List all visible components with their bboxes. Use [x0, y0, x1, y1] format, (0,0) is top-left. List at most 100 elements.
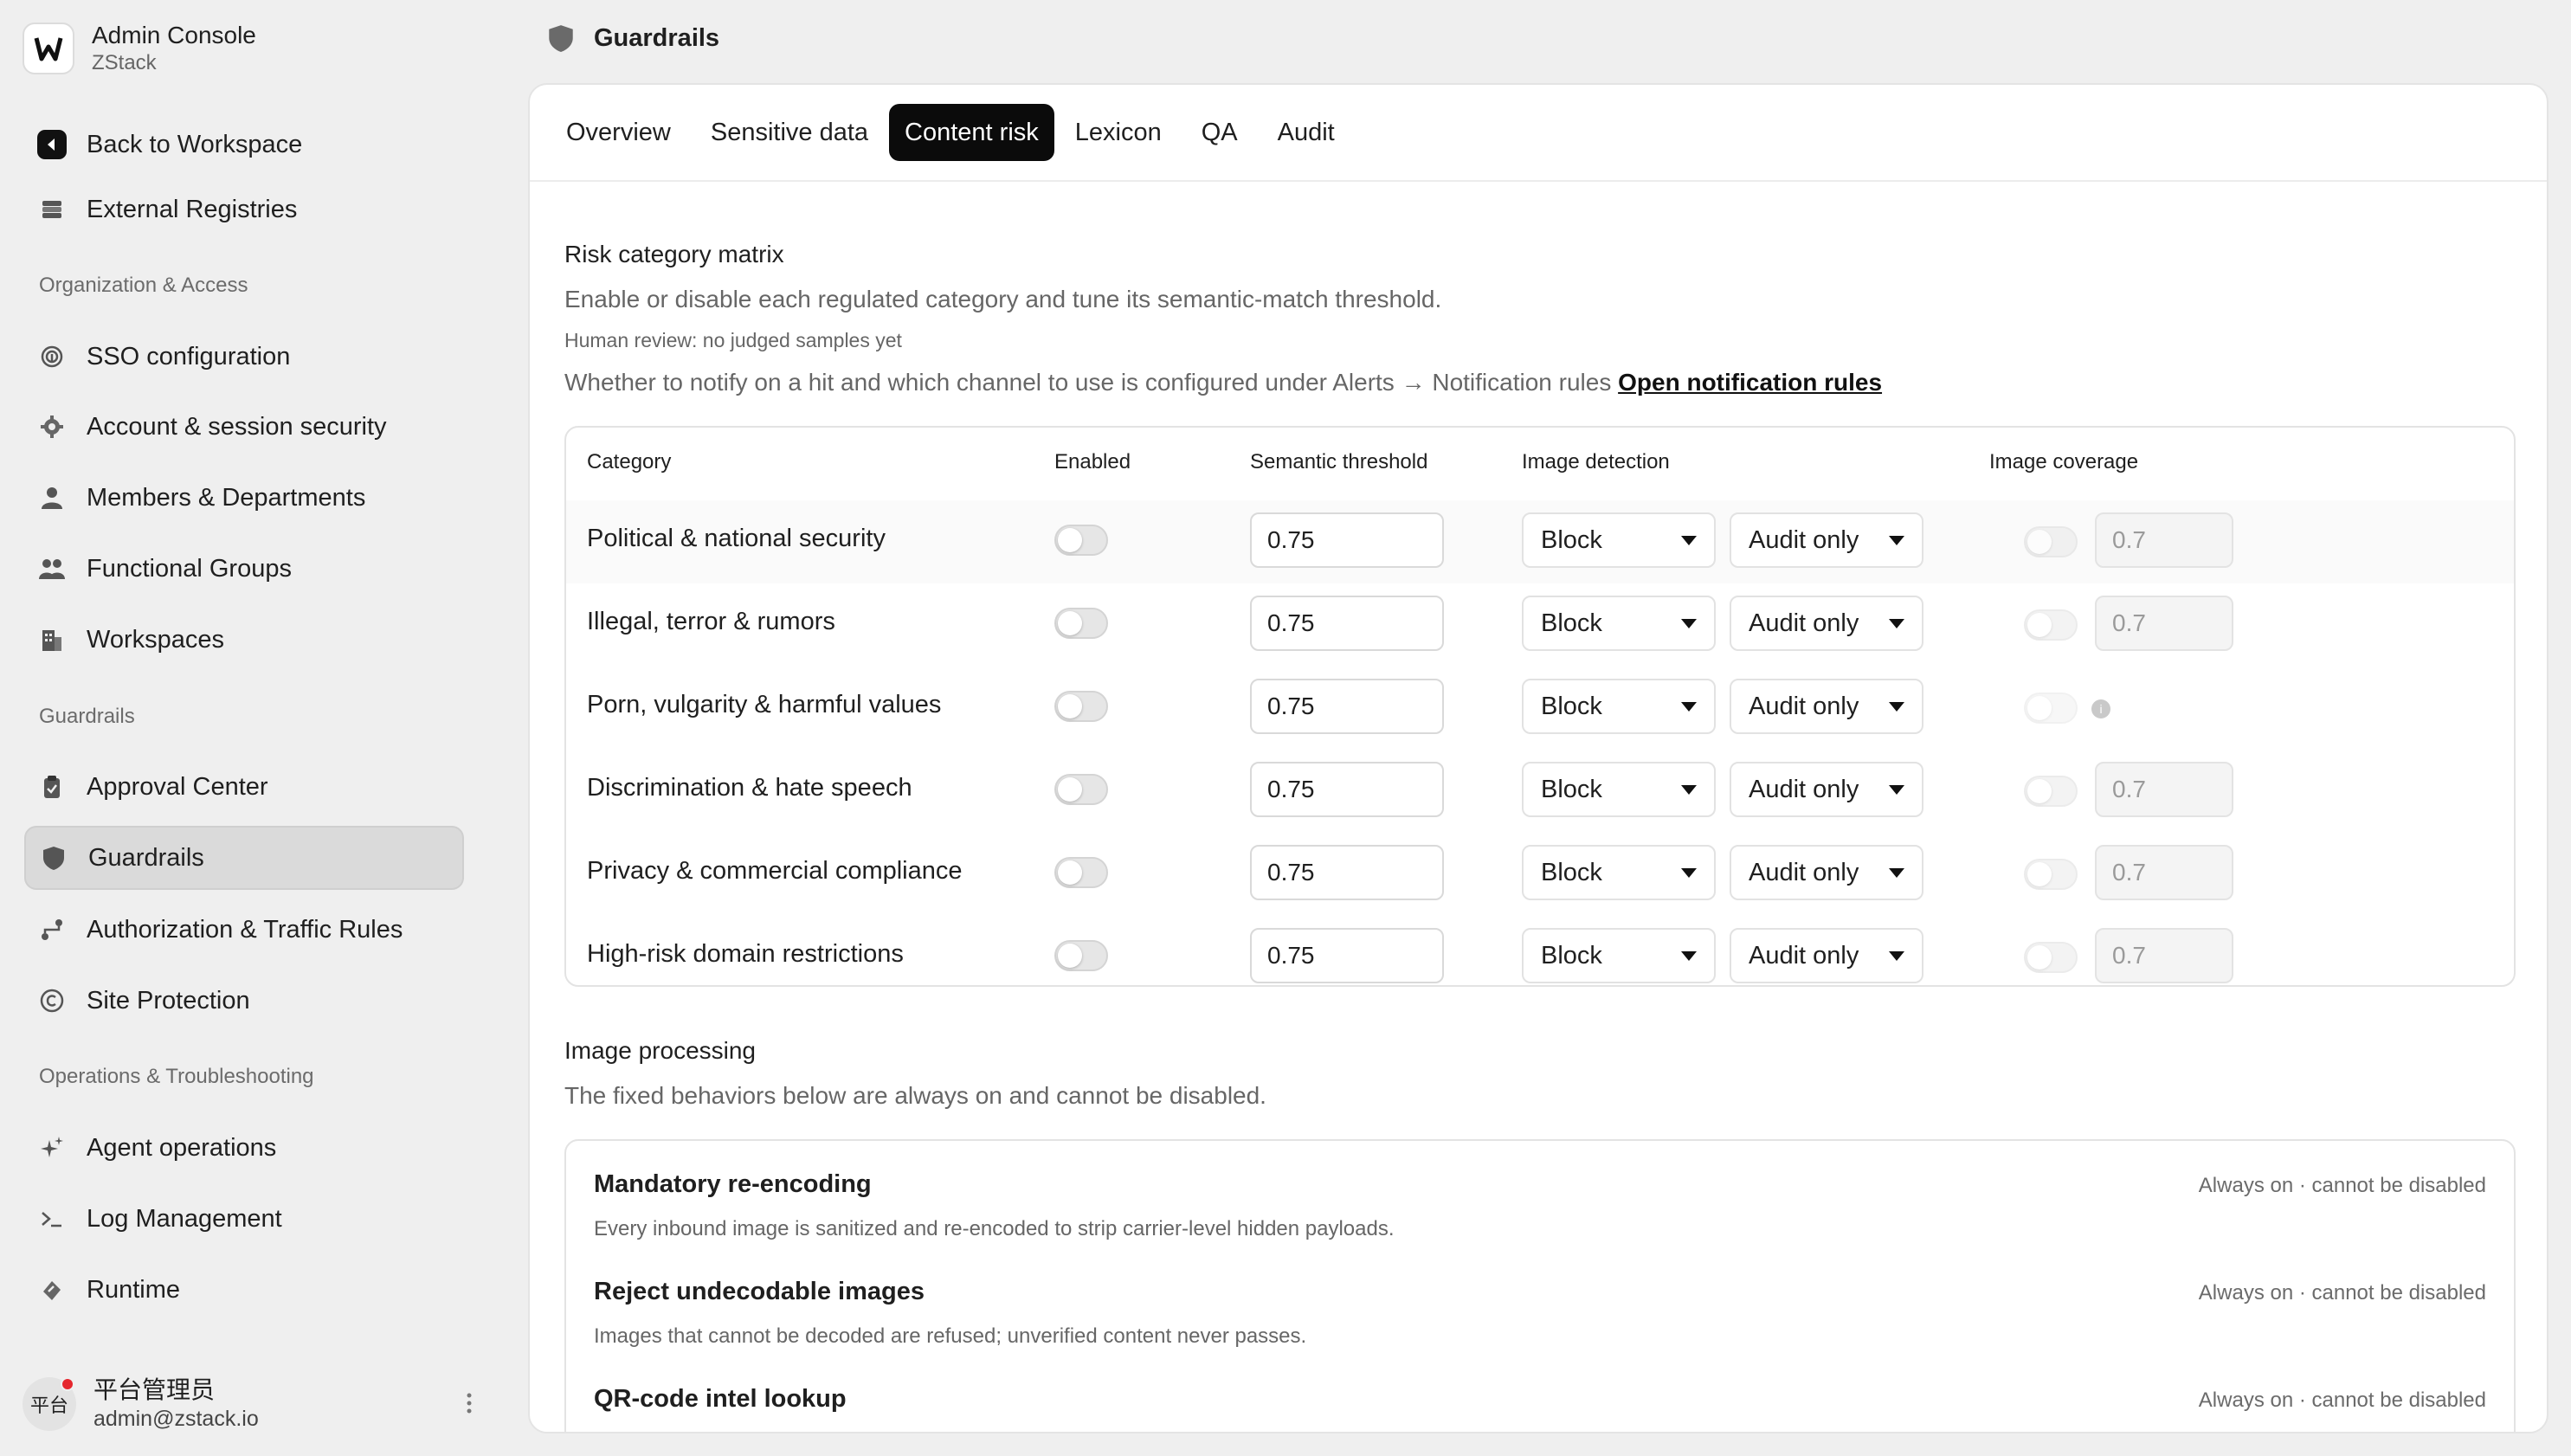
sidebar-item-runtime[interactable]: Runtime	[24, 1258, 464, 1322]
copyright-icon	[36, 985, 68, 1016]
coverage-toggle[interactable]	[2024, 609, 2078, 641]
select-value: Audit only	[1749, 776, 1859, 803]
action-select[interactable]: Block	[1522, 596, 1716, 651]
sidebar-item-agent-operations[interactable]: Agent operations	[24, 1116, 464, 1180]
threshold-input[interactable]: 0.75	[1250, 596, 1444, 651]
image-action-select[interactable]: Audit only	[1730, 928, 1923, 983]
sidebar-item-label: Workspaces	[87, 625, 225, 654]
page-header: Guardrails	[547, 19, 719, 57]
sidebar-item-sso-configuration[interactable]: SSO configuration	[24, 325, 464, 389]
caret-down-icon	[1681, 785, 1697, 795]
section-title: Image processing	[564, 1037, 757, 1064]
sidebar-item-label: Authorization & Traffic Rules	[87, 915, 403, 944]
image-action-select[interactable]: Audit only	[1730, 762, 1923, 817]
table-row: High-risk domain restrictions 0.75 Block…	[566, 916, 2514, 985]
status-text: Always on · cannot be disabled	[2198, 1174, 2486, 1197]
threshold-input[interactable]: 0.75	[1250, 679, 1444, 734]
select-value: Block	[1541, 942, 1602, 970]
select-value: Block	[1541, 776, 1602, 803]
open-notification-rules-link[interactable]: Open notification rules	[1618, 369, 1882, 396]
sidebar-item-back-to-workspace[interactable]: Back to Workspace	[24, 113, 464, 177]
list-item-title: Mandatory re-encoding	[594, 1170, 872, 1198]
sidebar-item-external-registries[interactable]: External Registries	[24, 177, 464, 242]
sidebar-item-label: Account & session security	[87, 412, 387, 441]
sidebar-item-account-session-security[interactable]: Account & session security	[24, 395, 464, 459]
more-vertical-icon[interactable]	[466, 1392, 473, 1421]
coverage-input[interactable]: 0.7	[2095, 512, 2233, 568]
sidebar-item-functional-groups[interactable]: Functional Groups	[24, 537, 464, 601]
coverage-input[interactable]: 0.7	[2095, 928, 2233, 983]
sidebar-item-log-management[interactable]: Log Management	[24, 1187, 464, 1251]
tab-audit[interactable]: Audit	[1259, 104, 1354, 161]
avatar[interactable]: 平台	[23, 1377, 76, 1431]
sidebar-section-title: Operations & Troubleshooting	[39, 1065, 314, 1088]
action-select[interactable]: Block	[1522, 762, 1716, 817]
select-value: Audit only	[1749, 859, 1859, 886]
route-icon	[36, 914, 68, 945]
image-action-select[interactable]: Audit only	[1730, 845, 1923, 900]
caret-down-icon	[1889, 619, 1904, 628]
user-profile[interactable]: 平台 平台管理员 admin@zstack.io	[23, 1371, 473, 1437]
clipboard-icon	[36, 771, 68, 802]
table-row: Illegal, terror & rumors 0.75 Block Audi…	[566, 583, 2514, 667]
enabled-toggle[interactable]	[1054, 691, 1108, 722]
action-select[interactable]: Block	[1522, 679, 1716, 734]
enabled-toggle[interactable]	[1054, 608, 1108, 639]
runtime-icon	[36, 1274, 68, 1305]
image-action-select[interactable]: Audit only	[1730, 512, 1923, 568]
section-description: The fixed behaviors below are always on …	[564, 1082, 1266, 1109]
action-select[interactable]: Block	[1522, 512, 1716, 568]
coverage-toggle[interactable]	[2024, 776, 2078, 807]
sidebar-item-workspaces[interactable]: Workspaces	[24, 608, 464, 672]
user-email: admin@zstack.io	[93, 1407, 259, 1431]
info-icon[interactable]: i	[2091, 699, 2110, 718]
sidebar-item-approval-center[interactable]: Approval Center	[24, 755, 464, 819]
select-value: Audit only	[1749, 609, 1859, 637]
brand-title: Admin Console	[92, 22, 256, 48]
notification-dot	[61, 1377, 74, 1391]
enabled-toggle[interactable]	[1054, 774, 1108, 805]
sidebar-item-site-protection[interactable]: Site Protection	[24, 969, 464, 1033]
brand[interactable]: Admin Console ZStack	[23, 21, 256, 76]
coverage-toggle[interactable]	[2024, 859, 2078, 890]
action-select[interactable]: Block	[1522, 928, 1716, 983]
coverage-input[interactable]: 0.7	[2095, 596, 2233, 651]
action-select[interactable]: Block	[1522, 845, 1716, 900]
enabled-toggle[interactable]	[1054, 857, 1108, 888]
select-value: Block	[1541, 526, 1602, 554]
sidebar-section-title: Organization & Access	[39, 274, 248, 297]
tab-overview[interactable]: Overview	[547, 104, 690, 161]
notify-info: Whether to notify on a hit and which cha…	[564, 369, 1882, 396]
enabled-toggle[interactable]	[1054, 940, 1108, 971]
tab-lexicon[interactable]: Lexicon	[1056, 104, 1181, 161]
list-item-description: Images that cannot be decoded are refuse…	[594, 1324, 1307, 1348]
table-row: Discrimination & hate speech 0.75 Block …	[566, 750, 2514, 833]
threshold-input[interactable]: 0.75	[1250, 845, 1444, 900]
coverage-input[interactable]: 0.7	[2095, 845, 2233, 900]
enabled-toggle[interactable]	[1054, 525, 1108, 556]
select-value: Block	[1541, 609, 1602, 637]
threshold-input[interactable]: 0.75	[1250, 762, 1444, 817]
shield-icon	[38, 842, 69, 873]
sidebar-item-authorization-traffic-rules[interactable]: Authorization & Traffic Rules	[24, 898, 464, 962]
tab-sensitive-data[interactable]: Sensitive data	[692, 104, 887, 161]
risk-matrix-table: Category Enabled Semantic threshold Imag…	[564, 426, 2516, 987]
sidebar-item-label: Agent operations	[87, 1133, 277, 1162]
threshold-input[interactable]: 0.75	[1250, 512, 1444, 568]
coverage-toggle[interactable]	[2024, 693, 2078, 724]
terminal-icon	[36, 1203, 68, 1234]
threshold-input[interactable]: 0.75	[1250, 928, 1444, 983]
tab-content-risk[interactable]: Content risk	[889, 104, 1054, 161]
coverage-toggle[interactable]	[2024, 942, 2078, 973]
tab-qa[interactable]: QA	[1182, 104, 1257, 161]
image-action-select[interactable]: Audit only	[1730, 596, 1923, 651]
caret-down-icon	[1681, 868, 1697, 878]
sidebar-item-guardrails[interactable]: Guardrails	[24, 826, 464, 890]
sidebar-item-members-departments[interactable]: Members & Departments	[24, 466, 464, 530]
user-name: 平台管理员	[93, 1376, 216, 1403]
coverage-toggle[interactable]	[2024, 526, 2078, 557]
coverage-input[interactable]: 0.7	[2095, 762, 2233, 817]
image-action-select[interactable]: Audit only	[1730, 679, 1923, 734]
select-value: Audit only	[1749, 693, 1859, 720]
caret-down-icon	[1889, 702, 1904, 712]
